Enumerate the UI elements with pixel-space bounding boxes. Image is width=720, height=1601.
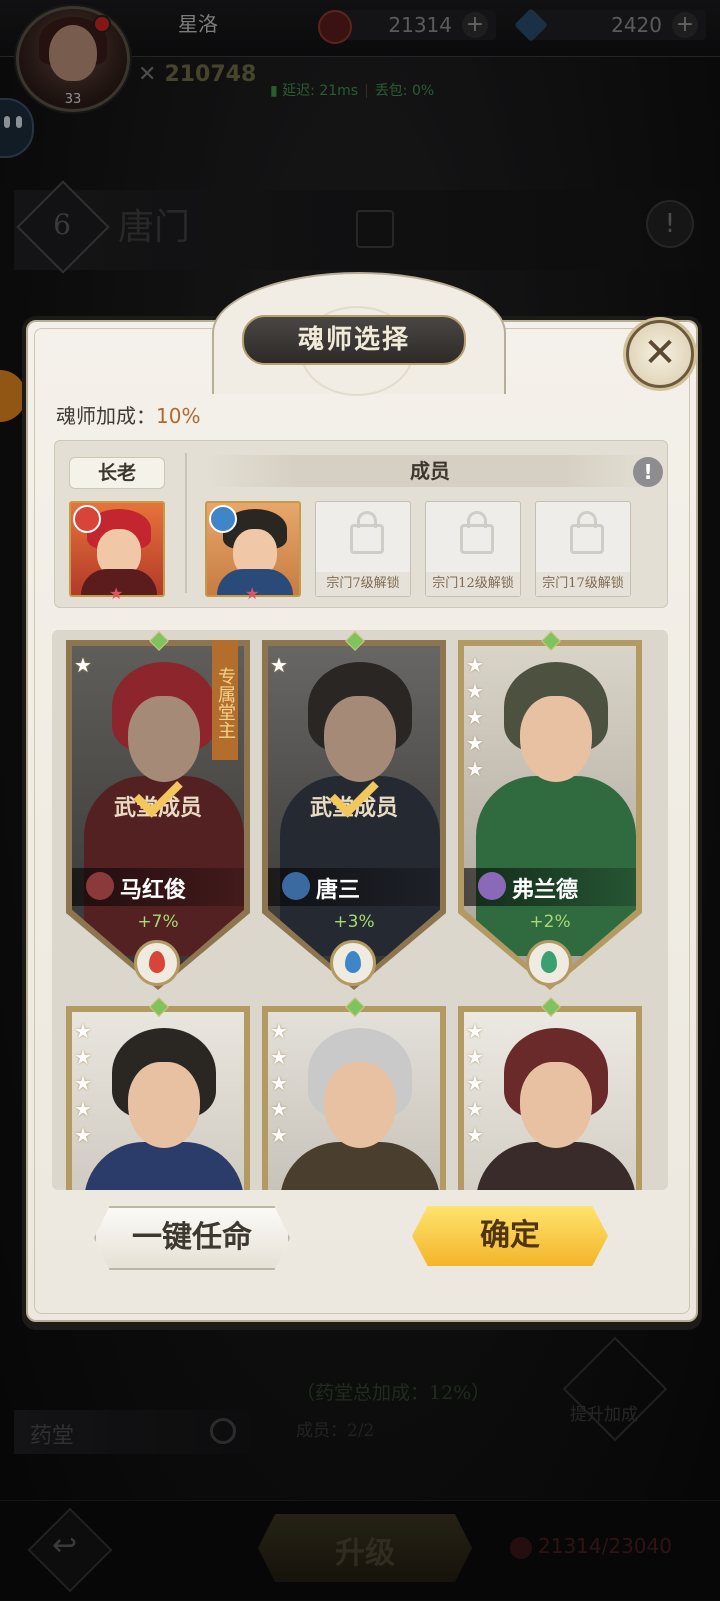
soul-master-card[interactable]: ★ ★ ★ ★ ★ 弗兰德 +2% — [458, 631, 642, 990]
star-rating: ★ ★ ★ ★ ★ — [270, 1018, 294, 1148]
exclusive-leader-tag: 专属堂主 — [212, 640, 238, 760]
soul-master-card[interactable]: ★ 专属堂主 武堂成员 马红俊 +7% — [66, 631, 250, 990]
star-icon: ★ — [74, 1123, 92, 1147]
star-icon: ★ — [74, 1019, 92, 1043]
control-class-icon — [282, 872, 310, 900]
drop-shape — [345, 951, 361, 973]
star-icon: ★ — [270, 1019, 288, 1043]
water-element-icon — [330, 940, 376, 986]
bonus-percent: +7% — [137, 912, 179, 932]
soul-master-card[interactable]: ★ ★ ★ ★ ★ — [66, 997, 250, 1190]
star-icon: ★ — [466, 1097, 484, 1121]
star-icon: ★ — [270, 653, 288, 677]
portrait-face — [520, 1062, 592, 1148]
star-icon: ★ — [466, 1045, 484, 1069]
unlock-requirement: 宗门7级解锁 — [316, 572, 410, 596]
portrait-body — [476, 1142, 636, 1190]
help-icon[interactable]: ! — [633, 457, 663, 487]
attack-class-icon — [86, 872, 114, 900]
appoint-all-button[interactable]: 一键任命 — [94, 1206, 290, 1270]
star-rating: ★ ★ ★ ★ ★ — [466, 652, 490, 782]
star-rating: ★ ★ ★ ★ ★ — [466, 1018, 490, 1148]
soul-master-select-dialog: 魂师选择 ✕ 魂师加成：10% 长老 成员 ! ★ ★ 宗门7级解锁 宗门12级… — [22, 272, 702, 1330]
lock-icon — [570, 511, 604, 554]
star-icon: ★ — [466, 1019, 484, 1043]
assignment-slots: 长老 成员 ! ★ ★ 宗门7级解锁 宗门12级解锁 宗门17级解锁 — [54, 440, 668, 608]
water-element-icon — [209, 505, 237, 533]
bonus-percent: +3% — [333, 912, 375, 932]
soul-master-list[interactable]: ★ 专属堂主 武堂成员 马红俊 +7% ★ 武堂成员 唐三 +3% ★ ★ ★ … — [52, 630, 668, 1190]
star-icon: ★ — [466, 653, 484, 677]
card-name-bar: 弗兰德 — [464, 868, 636, 906]
elder-slot[interactable]: ★ — [69, 501, 165, 603]
portrait-body — [84, 1142, 244, 1190]
elder-label: 长老 — [69, 457, 165, 489]
soul-master-card[interactable]: ★ 武堂成员 唐三 +3% — [262, 631, 446, 990]
star-icon: ★ — [270, 1045, 288, 1069]
star-icon: ★ — [74, 1071, 92, 1095]
portrait-body — [280, 1142, 440, 1190]
star-icon: ★ — [466, 679, 484, 703]
portrait-face — [520, 696, 592, 782]
star-icon: ★ — [245, 584, 260, 603]
member-slot-locked: 宗门7级解锁 — [315, 501, 411, 597]
card-name-bar: 马红俊 — [72, 868, 244, 906]
member-slot-1[interactable]: ★ — [205, 501, 301, 603]
confirm-button[interactable]: 确定 — [412, 1206, 608, 1266]
agility-class-icon — [478, 872, 506, 900]
unlock-requirement: 宗门12级解锁 — [426, 572, 520, 596]
star-icon: ★ — [270, 1097, 288, 1121]
star-icon: ★ — [466, 731, 484, 755]
bonus-label: 魂师加成： — [56, 404, 156, 428]
star-icon: ★ — [109, 584, 124, 603]
soul-master-bonus: 魂师加成：10% — [56, 400, 200, 429]
divider — [185, 453, 187, 593]
soul-master-name: 弗兰德 — [512, 877, 579, 903]
star-icon: ★ — [270, 1071, 288, 1095]
wind-element-icon — [526, 940, 572, 986]
star-rating: ★ — [74, 652, 98, 678]
star-rating: ★ ★ ★ ★ ★ — [74, 1018, 98, 1148]
unlock-requirement: 宗门17级解锁 — [536, 572, 630, 596]
flame-shape — [149, 951, 165, 973]
card-name-bar: 唐三 — [268, 868, 440, 906]
close-button[interactable]: ✕ — [626, 320, 694, 388]
dialog-title: 魂师选择 — [242, 315, 466, 365]
fire-element-icon — [134, 940, 180, 986]
soul-master-name: 唐三 — [316, 877, 361, 903]
lock-icon — [350, 511, 384, 554]
portrait-face — [128, 1062, 200, 1148]
star-icon: ★ — [466, 757, 484, 781]
star-icon: ★ — [466, 705, 484, 729]
member-slot-locked: 宗门17级解锁 — [535, 501, 631, 597]
member-slot-locked: 宗门12级解锁 — [425, 501, 521, 597]
star-icon: ★ — [466, 1123, 484, 1147]
members-label: 成员 — [205, 455, 655, 487]
fire-element-icon — [73, 505, 101, 533]
soul-master-card[interactable]: ★ ★ ★ ★ ★ — [262, 997, 446, 1190]
soul-master-card[interactable]: ★ ★ ★ ★ ★ — [458, 997, 642, 1190]
star-rating: ★ — [270, 652, 294, 678]
star-icon: ★ — [270, 1123, 288, 1147]
star-icon: ★ — [74, 1045, 92, 1069]
portrait-face — [324, 1062, 396, 1148]
star-icon: ★ — [466, 1071, 484, 1095]
star-icon: ★ — [74, 653, 92, 677]
tornado-shape — [541, 951, 557, 973]
lock-icon — [460, 511, 494, 554]
bonus-percent: +2% — [529, 912, 571, 932]
bonus-value: 10% — [156, 404, 201, 428]
soul-master-name: 马红俊 — [120, 877, 187, 903]
star-icon: ★ — [74, 1097, 92, 1121]
